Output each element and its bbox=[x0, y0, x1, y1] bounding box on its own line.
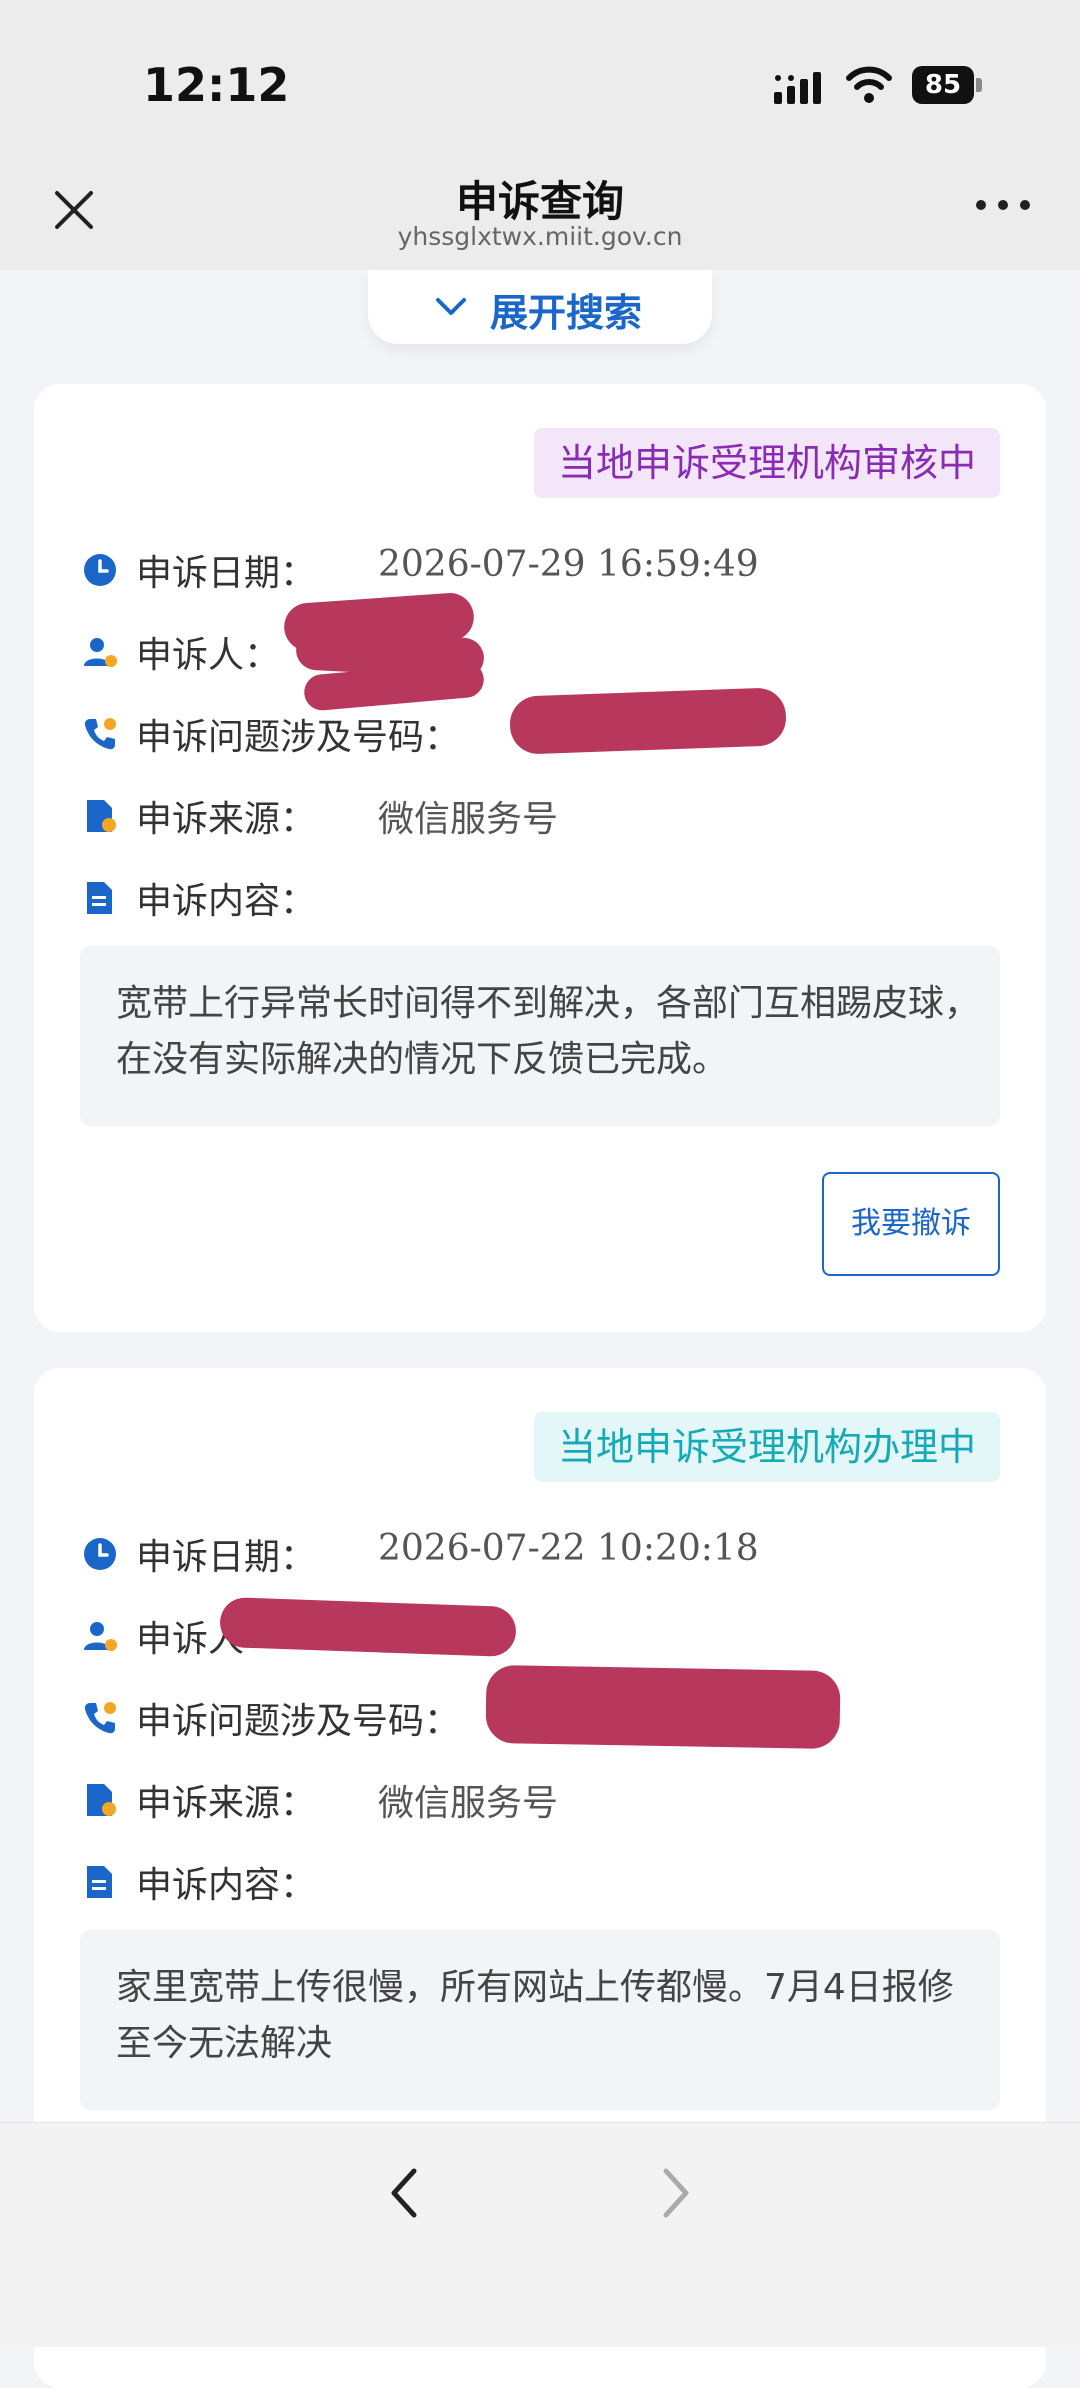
date-value: 2026-07-29 16:59:49 bbox=[378, 544, 759, 585]
source-value: 微信服务号 bbox=[378, 1783, 559, 1824]
content-label: 申诉内容： bbox=[136, 1865, 317, 1906]
content-text: 宽带上行异常长时间得不到解决，各部门互相踢皮球，在没有实际解决的情况下反馈已完成… bbox=[116, 983, 981, 1080]
chevron-down-icon bbox=[436, 298, 466, 315]
status-badge: 当地申诉受理机构办理中 bbox=[533, 1412, 1000, 1482]
source-row: 申诉来源： 微信服务号 bbox=[82, 788, 1022, 844]
source-row: 申诉来源： 微信服务号 bbox=[82, 1772, 1022, 1828]
content-label: 申诉内容： bbox=[136, 881, 317, 922]
status-badge: 当地申诉受理机构审核中 bbox=[533, 428, 1000, 498]
number-label: 申诉问题涉及号码： bbox=[136, 1701, 461, 1742]
number-label: 申诉问题涉及号码： bbox=[136, 717, 461, 758]
expand-search-label: 展开搜索 bbox=[490, 291, 643, 335]
person-label: 申诉人： bbox=[136, 635, 281, 676]
date-label: 申诉日期： bbox=[136, 1537, 317, 1578]
date-row: 申诉日期： 2026-07-22 10:20:18 bbox=[82, 1526, 1022, 1582]
wifi-icon bbox=[846, 66, 892, 103]
content-icon bbox=[87, 1866, 112, 1898]
content-icon bbox=[87, 882, 112, 914]
content-box: 宽带上行异常长时间得不到解决，各部门互相踢皮球，在没有实际解决的情况下反馈已完成… bbox=[80, 946, 1000, 1126]
redaction-mark bbox=[485, 1664, 841, 1750]
source-value: 微信服务号 bbox=[378, 799, 559, 840]
complaint-card: 当地申诉受理机构审核中 申诉日期： 2026-07-29 16:59:49 申诉… bbox=[34, 384, 1046, 1332]
person-row: 申诉人： bbox=[82, 624, 1022, 680]
user-icon bbox=[84, 638, 117, 667]
expand-search-button[interactable]: 展开搜索 bbox=[368, 270, 712, 344]
redaction-mark bbox=[509, 687, 787, 755]
content-text: 家里宽带上传很慢，所有网站上传都慢。7月4日报修至今无法解决 bbox=[116, 1967, 954, 2064]
document-icon bbox=[87, 1784, 116, 1816]
phone-icon bbox=[84, 1702, 116, 1734]
page-title: 申诉查询 bbox=[455, 177, 624, 226]
user-icon bbox=[84, 1622, 117, 1651]
chevron-right-icon[interactable] bbox=[656, 2163, 696, 2223]
document-icon bbox=[87, 800, 116, 832]
chevron-left-icon[interactable] bbox=[384, 2163, 424, 2223]
page-url: yhssglxtwx.miit.gov.cn bbox=[397, 222, 683, 251]
content-box: 家里宽带上传很慢，所有网站上传都慢。7月4日报修至今无法解决 bbox=[80, 1930, 1000, 2110]
source-label: 申诉来源： bbox=[136, 799, 317, 840]
content-row: 申诉内容： bbox=[82, 870, 1022, 926]
withdraw-button[interactable]: 我要撤诉 bbox=[822, 1172, 1000, 1276]
content-row: 申诉内容： bbox=[82, 1854, 1022, 1910]
date-label: 申诉日期： bbox=[136, 553, 317, 594]
more-icon[interactable] bbox=[976, 200, 1032, 214]
date-value: 2026-07-22 10:20:18 bbox=[378, 1528, 759, 1569]
status-time: 12:12 bbox=[143, 58, 290, 112]
clock-icon bbox=[84, 1538, 116, 1570]
redaction-mark bbox=[219, 1596, 517, 1658]
signal-icon bbox=[774, 72, 821, 104]
nav-bar: 申诉查询 yhssglxtwx.miit.gov.cn bbox=[0, 160, 1080, 270]
source-label: 申诉来源： bbox=[136, 1783, 317, 1824]
bottom-nav-bar bbox=[0, 2122, 1080, 2347]
status-bar: 12:12 85 bbox=[0, 0, 1080, 160]
phone-icon bbox=[84, 718, 116, 750]
battery-icon: 85 bbox=[912, 66, 984, 104]
battery-level: 85 bbox=[912, 66, 974, 104]
clock-icon bbox=[84, 554, 116, 586]
date-row: 申诉日期： 2026-07-29 16:59:49 bbox=[82, 542, 1022, 598]
